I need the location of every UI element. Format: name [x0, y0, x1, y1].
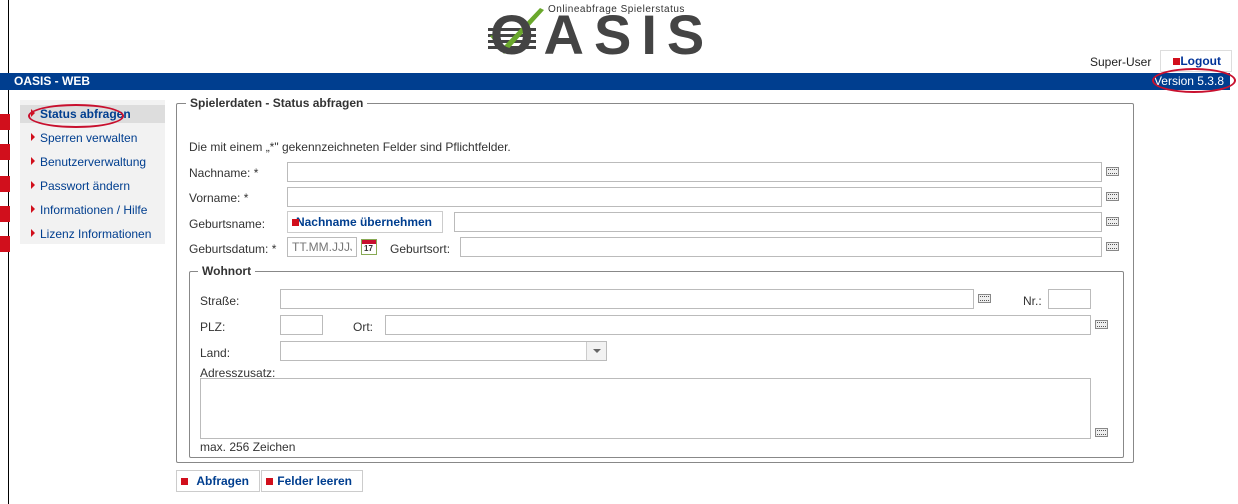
felder-leeren-button[interactable]: Felder leeren [261, 470, 363, 492]
title-bar: OASIS - WEB Version 5.3.8 [0, 73, 1230, 90]
nr-input[interactable] [1048, 289, 1091, 309]
oasis-logo: OASIS Onlineabfrage Spielerstatus [482, 0, 722, 68]
adresszusatz-textarea[interactable] [200, 378, 1091, 439]
keyboard-icon[interactable] [1095, 428, 1108, 437]
chevron-down-icon[interactable] [586, 342, 606, 360]
keyboard-icon[interactable] [1106, 192, 1119, 201]
red-marker [0, 114, 10, 130]
keyboard-icon[interactable] [1106, 217, 1119, 226]
sidebar-item-informationen-hilfe[interactable]: Informationen / Hilfe [20, 198, 165, 222]
nachname-uebernehmen-button[interactable]: Nachname übernehmen [287, 211, 443, 233]
arrow-right-icon [31, 157, 35, 165]
header: OASIS Onlineabfrage Spielerstatus Super-… [0, 0, 1232, 72]
sidebar-item-passwort-aendern[interactable]: Passwort ändern [20, 174, 165, 198]
red-marker [0, 206, 10, 222]
plz-label: PLZ: [200, 320, 226, 334]
geburtsdatum-label: Geburtsdatum: * [189, 242, 277, 256]
keyboard-icon[interactable] [978, 294, 991, 303]
vorname-input[interactable] [287, 187, 1102, 207]
land-select[interactable] [280, 341, 607, 361]
arrow-right-icon [31, 181, 35, 189]
arrow-right-icon [31, 229, 35, 237]
status-abfragen-highlight [28, 104, 124, 128]
nachname-input[interactable] [287, 162, 1102, 182]
sidebar-item-lizenz-informationen[interactable]: Lizenz Informationen [20, 222, 165, 246]
required-note: Die mit einem „*" gekennzeichneten Felde… [189, 140, 511, 154]
arrow-right-icon [31, 205, 35, 213]
geburtsname-input[interactable] [454, 212, 1102, 232]
fieldset-legend: Spielerdaten - Status abfragen [186, 96, 368, 110]
sidebar-item-benutzerverwaltung[interactable]: Benutzerverwaltung [20, 150, 165, 174]
geburtsname-label: Geburtsname: [189, 217, 266, 231]
sidebar-item-label: Passwort ändern [40, 179, 131, 193]
keyboard-icon[interactable] [1106, 167, 1119, 176]
sidebar-item-label: Lizenz Informationen [40, 227, 152, 241]
logout-label: Logout [1180, 54, 1221, 68]
ort-label: Ort: [353, 320, 373, 334]
geburtsort-label: Geburtsort: [390, 242, 451, 256]
plz-input[interactable] [280, 315, 323, 335]
red-square-icon [1173, 58, 1180, 65]
wohnort-legend: Wohnort [198, 264, 256, 278]
strasse-input[interactable] [280, 289, 974, 309]
arrow-right-icon [31, 133, 35, 141]
app-title: OASIS - WEB [14, 74, 91, 88]
geburtsort-input[interactable] [460, 237, 1102, 257]
logo-tagline: Onlineabfrage Spielerstatus [548, 4, 685, 15]
ort-input[interactable] [385, 315, 1091, 335]
nachname-label: Nachname: * [189, 166, 259, 180]
nachname-uebernehmen-label: Nachname übernehmen [295, 215, 432, 229]
felder-leeren-label: Felder leeren [277, 474, 352, 488]
current-user: Super-User [1090, 55, 1152, 69]
geburtsdatum-input[interactable] [287, 237, 357, 257]
abfragen-label: Abfragen [196, 474, 249, 488]
nr-label: Nr.: [1023, 294, 1042, 308]
keyboard-icon[interactable] [1106, 242, 1119, 251]
red-square-icon [292, 219, 299, 226]
abfragen-button[interactable]: Abfragen [176, 470, 260, 492]
red-square-icon [266, 478, 273, 485]
red-square-icon [181, 478, 188, 485]
red-marker [0, 144, 10, 160]
version-highlight [1152, 68, 1236, 93]
keyboard-icon[interactable] [1095, 320, 1108, 329]
max-chars-note: max. 256 Zeichen [200, 440, 296, 454]
red-marker [0, 236, 10, 252]
sidebar-item-label: Informationen / Hilfe [40, 203, 148, 217]
land-label: Land: [200, 346, 231, 360]
strasse-label: Straße: [200, 294, 240, 308]
calendar-icon[interactable]: 17 [361, 239, 377, 255]
vorname-label: Vorname: * [189, 191, 249, 205]
sidebar-item-label: Benutzerverwaltung [40, 155, 147, 169]
red-marker [0, 176, 10, 192]
sidebar-item-label: Sperren verwalten [40, 131, 138, 145]
sidebar-item-sperren-verwalten[interactable]: Sperren verwalten [20, 126, 165, 150]
